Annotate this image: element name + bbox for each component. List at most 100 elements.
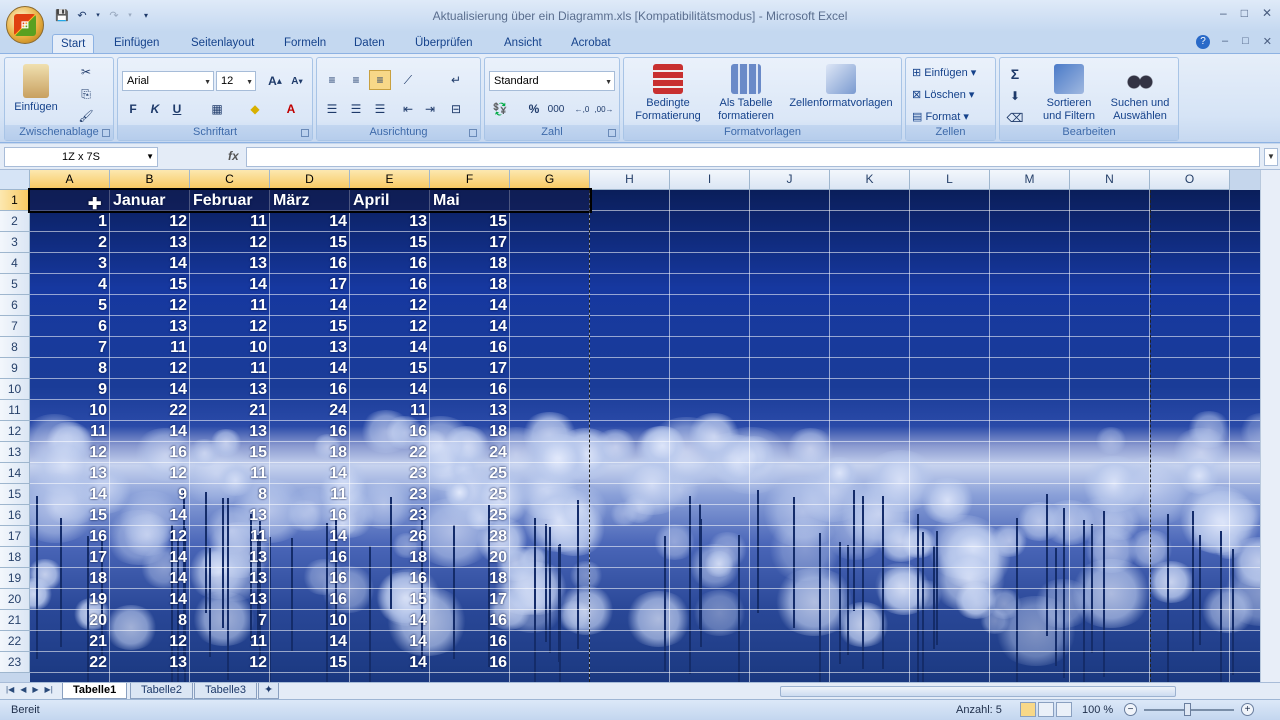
table-cell[interactable]: 17 <box>430 232 510 253</box>
merge-center-icon[interactable]: ⊟ <box>445 99 467 119</box>
header-cell[interactable]: März <box>270 190 350 211</box>
row-header[interactable]: 12 <box>0 421 30 442</box>
zoom-level[interactable]: 100 % <box>1082 704 1113 716</box>
table-cell[interactable]: 13 <box>110 232 190 253</box>
shrink-font-icon[interactable]: A ▾ <box>286 71 308 91</box>
format-as-table-button[interactable]: Als Tabelle formatieren <box>710 64 782 123</box>
zoom-out-icon[interactable]: − <box>1124 703 1137 716</box>
table-cell[interactable]: 11 <box>190 631 270 652</box>
row-header[interactable]: 20 <box>0 589 30 610</box>
row-header[interactable]: 23 <box>0 652 30 673</box>
table-cell[interactable]: 14 <box>190 274 270 295</box>
format-cells-button[interactable]: ▤ Format ▾ <box>912 110 969 123</box>
next-sheet-icon[interactable]: ▶ <box>32 685 38 694</box>
table-cell[interactable]: 14 <box>270 358 350 379</box>
percent-button[interactable]: % <box>523 99 545 119</box>
table-cell[interactable]: 15 <box>110 274 190 295</box>
table-cell[interactable]: 14 <box>30 484 110 505</box>
table-cell[interactable]: 22 <box>30 652 110 673</box>
table-cell[interactable]: 13 <box>110 652 190 673</box>
tab-acrobat[interactable]: Acrobat <box>563 34 619 54</box>
table-cell[interactable]: 18 <box>430 421 510 442</box>
table-cell[interactable]: 11 <box>110 337 190 358</box>
tab-einfuegen[interactable]: Einfügen <box>106 34 167 54</box>
tab-ueberpruefen[interactable]: Überprüfen <box>407 34 481 54</box>
font-size-input[interactable]: 12 ▼ <box>216 71 256 91</box>
table-cell[interactable]: 13 <box>270 337 350 358</box>
font-name-input[interactable]: Arial ▼ <box>122 71 214 91</box>
italic-button[interactable]: K <box>144 99 166 119</box>
row-header[interactable]: 13 <box>0 442 30 463</box>
decrease-indent-icon[interactable]: ⇤ <box>397 99 419 119</box>
table-cell[interactable]: 14 <box>110 568 190 589</box>
copy-icon[interactable]: ⎘ <box>75 84 97 104</box>
row-header[interactable]: 7 <box>0 316 30 337</box>
tab-formeln[interactable]: Formeln <box>276 34 334 54</box>
table-cell[interactable]: 11 <box>190 211 270 232</box>
table-cell[interactable]: 14 <box>270 631 350 652</box>
table-cell[interactable]: 18 <box>270 442 350 463</box>
prev-sheet-icon[interactable]: ◀ <box>20 685 26 694</box>
table-cell[interactable]: 8 <box>110 610 190 631</box>
table-cell[interactable]: 12 <box>110 631 190 652</box>
sheet-tab-tabelle3[interactable]: Tabelle3 <box>194 683 257 699</box>
column-header[interactable]: K <box>830 170 910 190</box>
autosum-button[interactable]: Σ <box>1004 64 1026 84</box>
page-layout-view-icon[interactable] <box>1038 702 1054 717</box>
row-header[interactable]: 1 <box>0 190 30 211</box>
row-header[interactable]: 9 <box>0 358 30 379</box>
table-cell[interactable]: 18 <box>430 568 510 589</box>
cell-styles-button[interactable]: Zellenformatvorlagen <box>784 64 898 110</box>
table-cell[interactable]: 14 <box>270 211 350 232</box>
column-header[interactable]: D <box>270 170 350 190</box>
insert-sheet-icon[interactable]: ✦ <box>258 683 280 699</box>
table-cell[interactable]: 3 <box>30 253 110 274</box>
column-header[interactable]: G <box>510 170 590 190</box>
table-cell[interactable]: 23 <box>350 505 430 526</box>
table-cell[interactable]: 4 <box>30 274 110 295</box>
table-cell[interactable]: 17 <box>430 589 510 610</box>
table-cell[interactable]: 14 <box>110 253 190 274</box>
increase-indent-icon[interactable]: ⇥ <box>419 99 441 119</box>
currency-icon[interactable]: 💱 <box>489 99 511 119</box>
column-header[interactable]: B <box>110 170 190 190</box>
office-button[interactable]: ⊞ <box>6 6 44 44</box>
table-cell[interactable]: 14 <box>350 631 430 652</box>
insert-cells-button[interactable]: ⊞ Einfügen ▾ <box>912 66 976 79</box>
table-cell[interactable]: 28 <box>430 526 510 547</box>
underline-button[interactable]: U <box>166 99 188 119</box>
table-cell[interactable]: 16 <box>350 568 430 589</box>
table-cell[interactable]: 13 <box>350 211 430 232</box>
table-cell[interactable]: 16 <box>270 589 350 610</box>
table-cell[interactable]: 24 <box>270 400 350 421</box>
table-cell[interactable]: 14 <box>350 610 430 631</box>
table-cell[interactable]: 15 <box>350 589 430 610</box>
table-cell[interactable]: 16 <box>430 652 510 673</box>
worksheet-grid[interactable]: ABCDEFGHIJKLMNO 1 2 3 4 5 6 7 8 9 10 11 12 13 14 15 16 1… <box>0 170 1260 682</box>
table-cell[interactable]: 14 <box>270 463 350 484</box>
grow-font-icon[interactable]: A ▴ <box>264 71 286 91</box>
table-cell[interactable]: 14 <box>110 421 190 442</box>
align-right-icon[interactable]: ☰ <box>369 99 391 119</box>
table-cell[interactable]: 13 <box>190 379 270 400</box>
table-cell[interactable]: 15 <box>270 316 350 337</box>
row-header[interactable]: 3 <box>0 232 30 253</box>
table-cell[interactable]: 7 <box>30 337 110 358</box>
table-cell[interactable]: 13 <box>190 568 270 589</box>
delete-cells-button[interactable]: ⊠ Löschen ▾ <box>912 88 974 101</box>
workbook-restore-button[interactable]: □ <box>1242 35 1249 48</box>
header-cell[interactable] <box>510 190 590 211</box>
font-color-icon[interactable]: A <box>280 99 302 119</box>
table-cell[interactable]: 15 <box>30 505 110 526</box>
table-cell[interactable]: 16 <box>30 526 110 547</box>
wrap-text-icon[interactable]: ↵ <box>445 70 467 90</box>
format-painter-icon[interactable]: 🖌 <box>75 106 97 126</box>
table-cell[interactable]: 13 <box>190 505 270 526</box>
help-icon[interactable]: ? <box>1196 35 1210 49</box>
align-middle-icon[interactable]: ≡ <box>345 70 367 90</box>
table-cell[interactable]: 22 <box>350 442 430 463</box>
tab-ansicht[interactable]: Ansicht <box>496 34 550 54</box>
table-cell[interactable]: 16 <box>270 568 350 589</box>
header-cell[interactable]: Mai <box>430 190 510 211</box>
table-cell[interactable]: 11 <box>350 400 430 421</box>
